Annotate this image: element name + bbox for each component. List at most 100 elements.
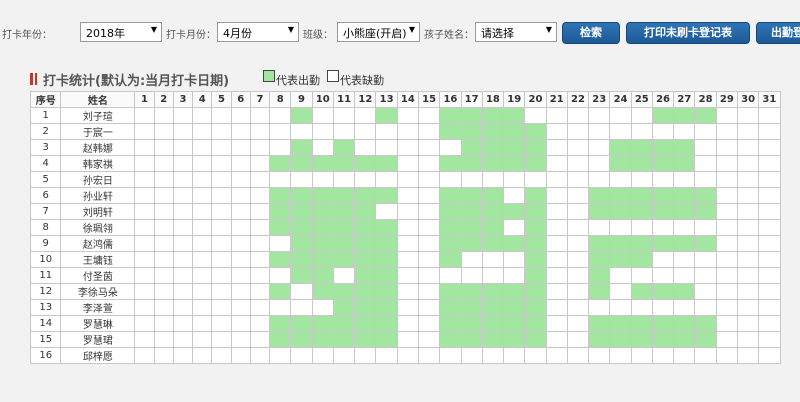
day-cell-absent <box>417 283 441 300</box>
day-cell-absent <box>758 331 781 348</box>
day-cell-absent <box>375 171 398 188</box>
header-name: 姓名 <box>60 91 136 108</box>
day-cell-absent <box>545 219 568 236</box>
day-cell-absent <box>311 107 334 124</box>
day-cell-present <box>460 107 483 124</box>
header-day: 3 <box>172 91 194 108</box>
day-cell-present <box>588 331 611 348</box>
day-cell-absent <box>290 123 313 140</box>
child-name: 徐珮翎 <box>60 219 136 236</box>
day-cell-present <box>439 187 462 204</box>
day-cell-absent <box>153 235 174 252</box>
day-cell-absent <box>396 347 420 364</box>
print-unswiped-button[interactable]: 打印未刷卡登记表 <box>626 22 750 44</box>
day-cell-present <box>524 299 547 316</box>
row-number: 8 <box>29 219 62 236</box>
title-marker-icon <box>30 73 33 85</box>
day-cell-absent <box>396 107 420 124</box>
table-row: 2 于宸一 <box>29 123 781 140</box>
day-cell-absent <box>230 299 251 316</box>
day-cell-present <box>375 267 398 284</box>
day-cell-present <box>524 331 547 348</box>
day-cell-present <box>269 219 292 236</box>
day-cell-absent <box>332 107 356 124</box>
header-no: 序号 <box>29 91 62 108</box>
day-cell-absent <box>354 171 377 188</box>
class-select[interactable]: 小熊座(开启) ▼ <box>337 22 420 42</box>
day-cell-present <box>503 235 526 252</box>
day-cell-absent <box>354 347 377 364</box>
day-cell-absent <box>153 155 174 172</box>
day-cell-absent <box>230 203 251 220</box>
day-cell-present <box>481 123 505 140</box>
day-cell-present <box>481 283 505 300</box>
day-cell-absent <box>694 283 717 300</box>
day-cell-present <box>694 107 717 124</box>
day-cell-absent <box>715 107 738 124</box>
day-cell-absent <box>417 235 441 252</box>
day-cell-absent <box>736 187 760 204</box>
day-cell-present <box>503 123 526 140</box>
day-cell-absent <box>230 155 251 172</box>
day-cell-absent <box>630 267 653 284</box>
child-label: 孩子姓名： <box>424 30 474 41</box>
day-cell-absent <box>566 283 590 300</box>
day-cell-absent <box>715 251 738 268</box>
day-cell-absent <box>417 123 441 140</box>
day-cell-present <box>375 187 398 204</box>
day-cell-absent <box>417 203 441 220</box>
day-cell-absent <box>481 251 505 268</box>
day-cell-absent <box>758 235 781 252</box>
day-cell-absent <box>311 171 334 188</box>
header-day: 25 <box>630 91 653 108</box>
year-select[interactable]: 2018年 ▼ <box>80 22 162 42</box>
day-cell-present <box>375 315 398 332</box>
day-cell-present <box>481 315 505 332</box>
table-row: 12 李徐马朵 <box>29 283 781 300</box>
day-cell-absent <box>153 187 174 204</box>
day-cell-absent <box>588 171 611 188</box>
day-cell-absent <box>715 155 738 172</box>
day-cell-present <box>481 219 505 236</box>
day-cell-present <box>460 203 483 220</box>
header-day: 6 <box>230 91 251 108</box>
day-cell-absent <box>396 331 420 348</box>
day-cell-absent <box>396 235 420 252</box>
day-cell-absent <box>172 315 194 332</box>
day-cell-absent <box>566 299 590 316</box>
day-cell-absent <box>211 219 232 236</box>
search-button[interactable]: 检索 <box>562 22 620 44</box>
day-cell-present <box>524 139 547 156</box>
day-cell-absent <box>230 187 251 204</box>
day-cell-absent <box>153 139 174 156</box>
day-cell-absent <box>566 155 590 172</box>
day-cell-absent <box>396 139 420 156</box>
day-cell-absent <box>715 171 738 188</box>
day-cell-absent <box>545 299 568 316</box>
attendance-button[interactable]: 出勤登 <box>756 22 800 44</box>
day-cell-absent <box>736 107 760 124</box>
day-cell-present <box>375 283 398 300</box>
day-cell-absent <box>269 123 292 140</box>
day-cell-present <box>524 251 547 268</box>
day-cell-present <box>651 107 675 124</box>
day-cell-absent <box>694 347 717 364</box>
child-select[interactable]: 请选择 ▼ <box>475 22 557 42</box>
day-cell-absent <box>396 267 420 284</box>
day-cell-absent <box>503 171 526 188</box>
day-cell-absent <box>172 155 194 172</box>
day-cell-present <box>481 203 505 220</box>
day-cell-absent <box>211 315 232 332</box>
day-cell-absent <box>417 315 441 332</box>
day-cell-absent <box>269 267 292 284</box>
day-cell-present <box>439 123 462 140</box>
day-cell-absent <box>439 171 462 188</box>
day-cell-absent <box>481 347 505 364</box>
day-cell-absent <box>417 219 441 236</box>
month-select[interactable]: 4月份 ▼ <box>217 22 299 42</box>
day-cell-absent <box>396 299 420 316</box>
day-cell-present <box>290 251 313 268</box>
day-cell-absent <box>230 219 251 236</box>
child-name: 罗慧琳 <box>60 315 136 332</box>
day-cell-absent <box>153 107 174 124</box>
